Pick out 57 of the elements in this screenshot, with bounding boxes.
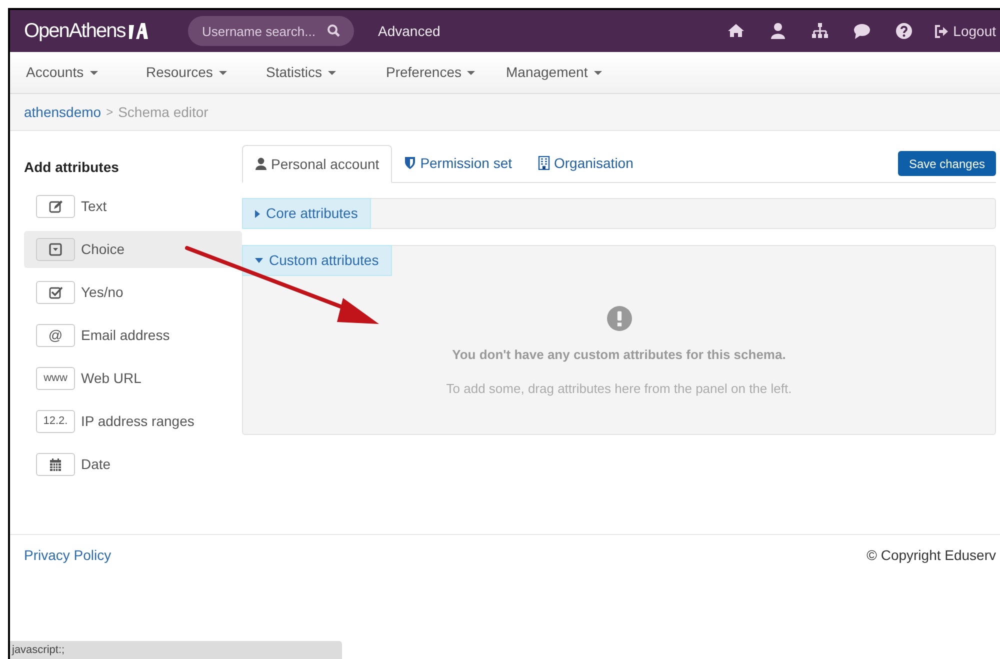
building-icon [538, 156, 550, 170]
menu-item[interactable]: Management [504, 62, 624, 83]
help-icon[interactable] [895, 22, 914, 40]
type-badge: @ [36, 324, 75, 347]
attribute-item[interactable]: Yes/no [24, 274, 242, 311]
attribute-item[interactable]: Text [24, 188, 242, 225]
caret-down-icon [255, 258, 263, 263]
type-badge: 12.2. [36, 410, 75, 433]
panel-toggle[interactable]: Custom attributes [242, 245, 392, 276]
attribute-item[interactable]: 12.2. IP address ranges [24, 403, 242, 440]
breadcrumb-current: Schema editor [118, 102, 208, 122]
type-badge: www [36, 367, 75, 390]
caret-icon [90, 70, 98, 74]
chat-icon[interactable] [853, 22, 872, 40]
caret-icon [218, 70, 227, 74]
search-icon[interactable] [327, 24, 340, 37]
tab[interactable]: Organisation [526, 144, 646, 182]
home-icon[interactable] [727, 22, 746, 40]
empty-hint: To add some, drag attributes here from the panel on the left. [446, 380, 792, 398]
logo-text[interactable]: OpenAthens [24, 16, 126, 46]
attribute-item[interactable]: www Web URL [24, 360, 242, 397]
attribute-item[interactable]: Choice [24, 231, 242, 268]
attribute-item[interactable]: Date [24, 446, 242, 483]
shield-icon [404, 156, 416, 170]
caret-right-icon [255, 210, 260, 218]
advanced-link[interactable]: Advanced [378, 20, 440, 42]
logo-icon [127, 21, 150, 41]
tab[interactable]: Personal account [242, 145, 392, 183]
save-changes-button[interactable]: Save changes [898, 151, 996, 176]
search-field[interactable]: Username search... [188, 16, 354, 46]
breadcrumb-separator: > [106, 104, 114, 121]
menu-item[interactable]: Statistics [264, 62, 384, 83]
tab[interactable]: Permission set [392, 144, 524, 182]
menu-item[interactable]: Preferences [384, 62, 504, 83]
caret-icon [594, 70, 602, 74]
calendar-icon [48, 458, 62, 472]
status-bar: javascript:; [10, 641, 342, 659]
caret-icon [328, 70, 336, 74]
edit-icon [48, 200, 62, 214]
privacy-policy-link[interactable]: Privacy Policy [24, 545, 112, 566]
logout-link[interactable]: Logout [935, 20, 996, 42]
logout-icon [935, 24, 950, 38]
breadcrumb-link[interactable]: athensdemo [24, 102, 102, 122]
copyright-text: © Copyright Eduserv [866, 546, 996, 565]
exclamation-icon [606, 306, 632, 331]
sidebar-title: Add attributes [24, 158, 120, 177]
user-icon [255, 157, 267, 171]
dropdown-icon [48, 242, 62, 256]
hierarchy-icon[interactable] [811, 22, 830, 40]
menu-item[interactable]: Resources [144, 62, 264, 83]
empty-message: You don't have any custom attributes for this schema. [452, 346, 786, 364]
panel-toggle[interactable]: Core attributes [242, 198, 371, 229]
checkbox-icon [48, 286, 62, 300]
menu-item[interactable]: Accounts [24, 62, 144, 83]
caret-icon [467, 70, 476, 74]
user-icon[interactable] [769, 22, 788, 40]
attribute-item[interactable]: @ Email address [24, 317, 242, 354]
